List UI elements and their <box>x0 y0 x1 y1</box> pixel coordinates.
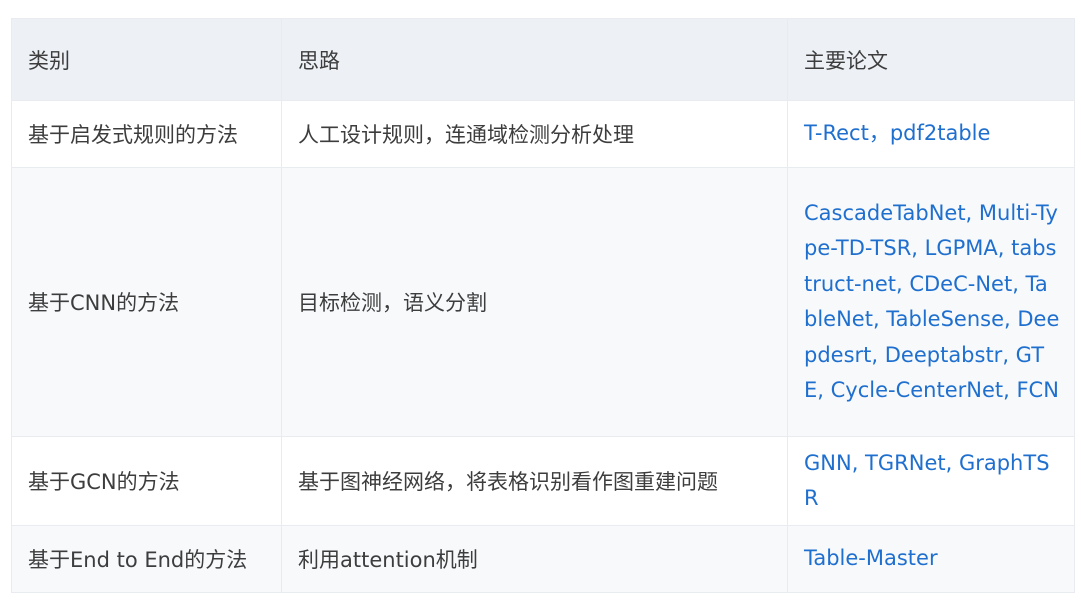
papers-link[interactable]: T-Rect，pdf2table <box>804 121 990 145</box>
papers-cell: T-Rect，pdf2table <box>787 100 1075 168</box>
category-cell: 基于End to End的方法 <box>11 525 282 593</box>
papers-cell: Table-Master <box>787 525 1075 593</box>
papers-link[interactable]: GNN, TGRNet, GraphTSR <box>804 451 1050 511</box>
idea-cell: 目标检测，语义分割 <box>281 167 788 437</box>
header-idea: 思路 <box>281 18 788 101</box>
header-papers: 主要论文 <box>787 18 1075 101</box>
papers-table-container: 类别 思路 主要论文 基于启发式规则的方法 人工设计规则，连通域检测分析处理 T… <box>11 18 1075 593</box>
table-header-row: 类别 思路 主要论文 <box>11 18 1075 101</box>
table-row: 基于CNN的方法 目标检测，语义分割 CascadeTabNet, Multi-… <box>11 167 1075 437</box>
table-row: 基于GCN的方法 基于图神经网络，将表格识别看作图重建问题 GNN, TGRNe… <box>11 436 1075 526</box>
papers-cell: GNN, TGRNet, GraphTSR <box>787 436 1075 526</box>
idea-cell: 利用attention机制 <box>281 525 788 593</box>
papers-link[interactable]: CascadeTabNet, Multi-Type-TD-TSR, LGPMA,… <box>804 201 1059 403</box>
papers-link[interactable]: Table-Master <box>804 546 938 570</box>
table-row: 基于启发式规则的方法 人工设计规则，连通域检测分析处理 T-Rect，pdf2t… <box>11 100 1075 168</box>
category-cell: 基于GCN的方法 <box>11 436 282 526</box>
header-category: 类别 <box>11 18 282 101</box>
category-cell: 基于CNN的方法 <box>11 167 282 437</box>
category-cell: 基于启发式规则的方法 <box>11 100 282 168</box>
papers-table: 类别 思路 主要论文 基于启发式规则的方法 人工设计规则，连通域检测分析处理 T… <box>11 18 1075 593</box>
papers-cell: CascadeTabNet, Multi-Type-TD-TSR, LGPMA,… <box>787 167 1075 437</box>
idea-cell: 基于图神经网络，将表格识别看作图重建问题 <box>281 436 788 526</box>
table-row: 基于End to End的方法 利用attention机制 Table-Mast… <box>11 525 1075 593</box>
idea-cell: 人工设计规则，连通域检测分析处理 <box>281 100 788 168</box>
